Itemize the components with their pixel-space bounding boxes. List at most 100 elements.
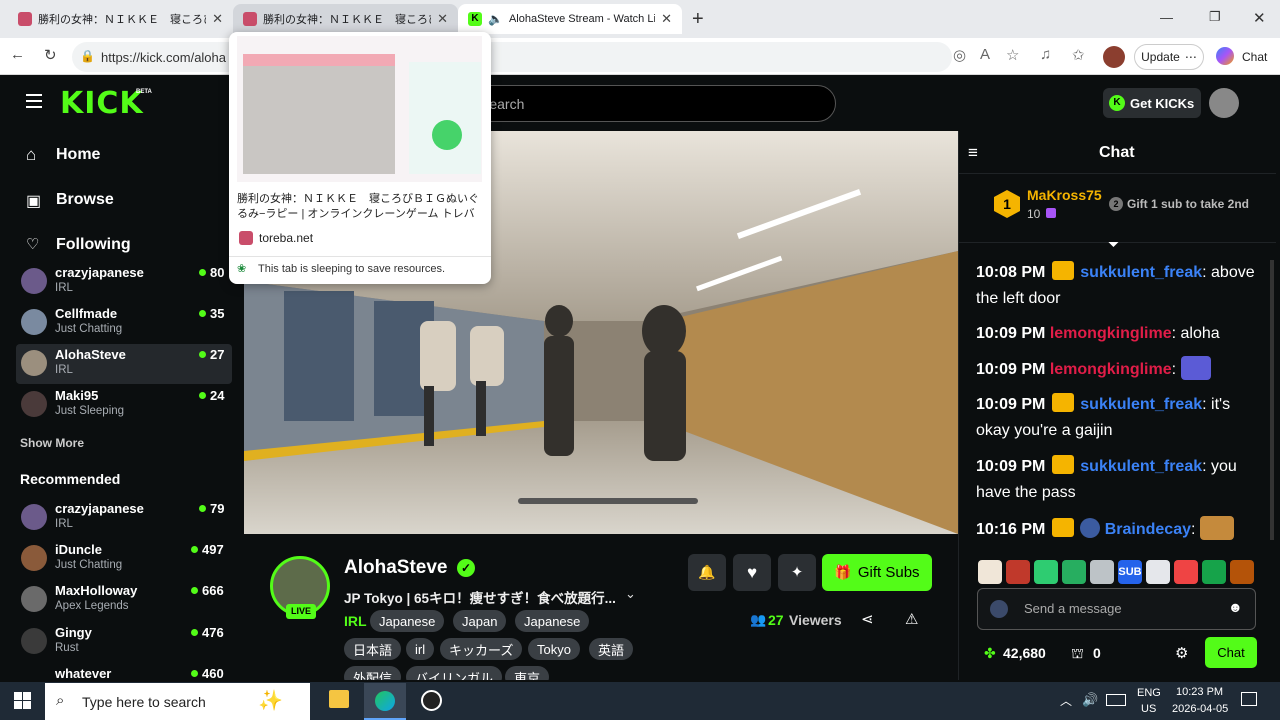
copilot-icon[interactable] [1216, 47, 1234, 65]
emote-monkey-icon[interactable] [1230, 560, 1254, 584]
collapse-chat-icon[interactable]: ≡ [968, 143, 978, 163]
new-tab-icon[interactable]: + [692, 8, 704, 31]
file-explorer-icon[interactable] [329, 690, 349, 708]
expand-pinned-icon[interactable]: ⏷ [1108, 236, 1119, 253]
obs-icon[interactable] [421, 690, 442, 711]
stream-tag[interactable]: irl [406, 638, 435, 660]
read-aloud-icon[interactable]: A [980, 46, 990, 63]
message-username[interactable]: sukkulent_freak [1080, 396, 1202, 413]
browser-tab-3-active[interactable]: K 🔈 AlohaSteve Stream - Watch Li ✕ [458, 4, 682, 34]
emote-pepe-icon[interactable] [1034, 560, 1058, 584]
lock-icon: 🔒 [80, 49, 95, 63]
stream-tag[interactable]: Japanese [370, 610, 445, 632]
favorites-icon[interactable]: ✩ [1072, 46, 1085, 64]
viewer-count: 666 [202, 583, 224, 598]
chat-scrollbar[interactable] [1270, 260, 1274, 540]
refresh-icon[interactable]: ↻ [44, 46, 57, 64]
close-tab-icon[interactable]: ✕ [437, 11, 448, 27]
following-channel-item[interactable]: Cellfmade Just Chatting 35 [16, 303, 232, 343]
channel-category: IRL [55, 518, 73, 530]
tracking-prevention-icon[interactable]: ◎ [953, 46, 966, 64]
show-more-link[interactable]: Show More [20, 436, 84, 450]
emote-sub-icon[interactable]: SUB [1118, 560, 1142, 584]
tray-chevron-icon[interactable]: ︿ [1060, 692, 1072, 709]
chat-send-button[interactable]: Chat [1205, 637, 1257, 668]
chat-identity-icon[interactable] [990, 600, 1008, 618]
close-window-icon[interactable]: ✕ [1253, 9, 1266, 27]
emote-face-icon[interactable] [1006, 560, 1030, 584]
streamer-name[interactable]: AlohaSteve [344, 557, 447, 579]
share-icon[interactable]: ⋖ [861, 610, 874, 628]
profile-avatar[interactable] [1103, 46, 1125, 68]
message-username[interactable]: lemongkinglime [1050, 325, 1172, 342]
gift-prompt[interactable]: Gift 1 sub to take 2nd [1127, 197, 1249, 211]
emoji-icon[interactable]: ☻ [1228, 599, 1243, 615]
windows-start-icon[interactable] [14, 692, 31, 709]
stream-tag[interactable]: 東京 [505, 666, 550, 680]
recommended-channel-item[interactable]: Gingy Rust 476 [16, 622, 232, 662]
stream-tag[interactable]: 日本語 [344, 638, 402, 660]
browser-tab-2[interactable]: 勝利の女神：ＮＩＫＫＥ 寝ころび ✕ [233, 4, 458, 34]
emote-box-icon[interactable] [1062, 560, 1086, 584]
recommended-channel-item[interactable]: MaxHolloway Apex Legends 666 [16, 580, 232, 620]
following-channel-item-active[interactable]: AlohaSteve IRL 27 [16, 344, 232, 384]
following-channel-item[interactable]: Maki95 Just Sleeping 24 [16, 385, 232, 425]
keyboard-icon[interactable] [1106, 694, 1126, 706]
stream-category[interactable]: IRL [344, 613, 367, 629]
channel-avatar [21, 350, 47, 376]
clock-time[interactable]: 10:23 PM [1176, 686, 1223, 698]
emote-bottle-icon[interactable] [1090, 560, 1114, 584]
recommended-channel-item[interactable]: iDuncle Just Chatting 497 [16, 539, 232, 579]
speaker-icon[interactable]: 🔈 [488, 12, 503, 26]
follow-heart-icon[interactable]: ♥ [733, 554, 771, 591]
emote-dino-icon[interactable] [1202, 560, 1226, 584]
chat-settings-gear-icon[interactable]: ⚙ [1175, 644, 1188, 662]
gift-subs-button[interactable]: 🎁 Gift Subs [822, 554, 932, 591]
kick-logo[interactable]: KICK [60, 86, 144, 121]
copilot-chat-label[interactable]: Chat [1242, 50, 1267, 64]
message-username[interactable]: lemongkinglime [1050, 361, 1172, 378]
chevron-down-icon[interactable]: ⌄ [625, 586, 636, 602]
recommended-channel-item[interactable]: whatever 460 [16, 663, 232, 680]
minimize-icon[interactable]: — [1160, 10, 1173, 25]
nav-following[interactable]: Following [56, 236, 131, 254]
stream-tag[interactable]: Japan [453, 610, 507, 632]
stream-tag[interactable]: Japanese [515, 610, 590, 632]
stream-tag[interactable]: Tokyo [528, 638, 580, 660]
restore-icon[interactable]: ❐ [1209, 9, 1221, 25]
emote-dog-icon[interactable] [1146, 560, 1170, 584]
close-tab-icon[interactable]: ✕ [212, 11, 223, 27]
notification-bell-icon[interactable]: 🔔 [688, 554, 726, 591]
heart-outline-icon: ♡ [26, 236, 40, 253]
get-kicks-button[interactable]: K Get KICKs [1103, 88, 1201, 118]
back-icon[interactable]: ← [10, 46, 25, 63]
menu-icon[interactable] [26, 94, 42, 108]
viewer-count: 460 [202, 666, 224, 680]
recommended-channel-item[interactable]: crazyjapanese IRL 79 [16, 498, 232, 538]
favorite-star-icon[interactable]: ☆ [1006, 46, 1019, 64]
stream-tag[interactable]: キッカーズ [440, 638, 523, 660]
message-username[interactable]: sukkulent_freak [1080, 264, 1202, 281]
nav-home[interactable]: Home [56, 146, 100, 164]
extensions-icon[interactable]: ♫ [1040, 46, 1051, 63]
emote-mario-icon[interactable] [1174, 560, 1198, 584]
emote-image [1199, 516, 1234, 540]
nav-browse[interactable]: Browse [56, 191, 114, 209]
volume-icon[interactable]: 🔊 [1082, 692, 1098, 708]
stream-tag[interactable]: バイリンガル [406, 666, 503, 680]
report-warning-icon[interactable]: ⚠ [905, 610, 918, 628]
message-username[interactable]: sukkulent_freak [1080, 458, 1202, 475]
stream-tag[interactable]: 英語 [589, 638, 634, 660]
emote-cat-icon[interactable] [978, 560, 1002, 584]
stream-tag[interactable]: 外配信 [344, 666, 402, 680]
sparkle-icon[interactable]: ✦ [778, 554, 816, 591]
message-username[interactable]: Braindecay [1105, 521, 1191, 538]
language-indicator[interactable]: ENG [1137, 687, 1161, 699]
top-gifter-name[interactable]: MaKross75 [1027, 187, 1102, 203]
close-tab-icon[interactable]: ✕ [661, 11, 672, 27]
notifications-icon[interactable] [1241, 692, 1257, 706]
following-channel-item[interactable]: crazyjapanese IRL 80 [16, 262, 232, 302]
browser-tab-1[interactable]: 勝利の女神：ＮＩＫＫＥ 寝ころび ✕ [8, 4, 233, 34]
update-button[interactable]: Update ⋯ [1134, 44, 1204, 70]
user-avatar[interactable] [1209, 88, 1239, 118]
